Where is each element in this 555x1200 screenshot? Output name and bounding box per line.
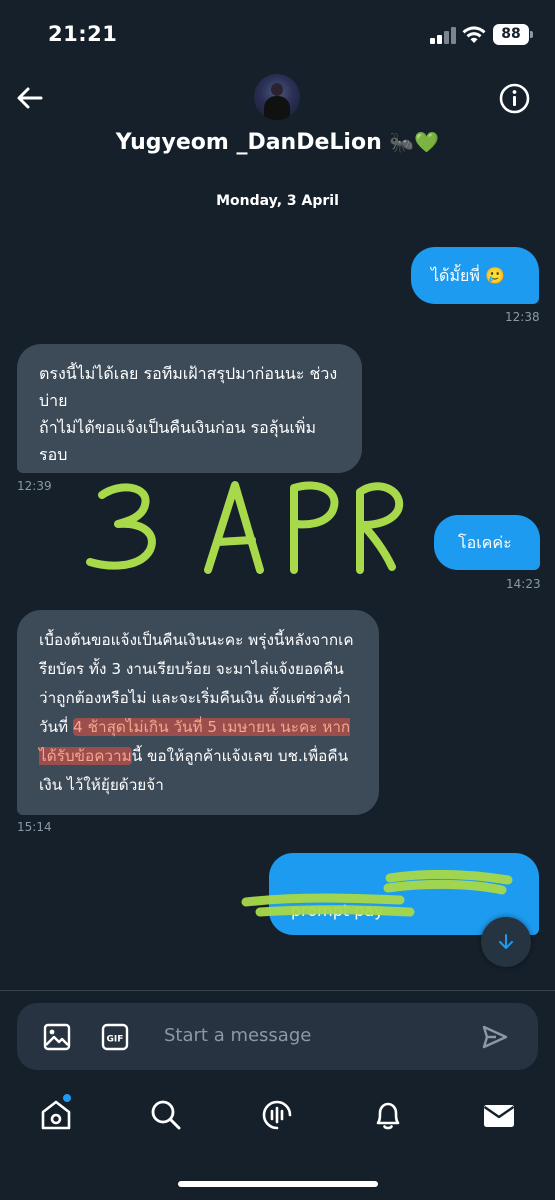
search-icon <box>151 1100 181 1130</box>
sent-message-bubble[interactable]: ได้มั้ยพี่ 🥲 <box>411 247 539 304</box>
send-icon <box>482 1025 508 1049</box>
message-timestamp: 15:14 <box>17 820 52 834</box>
svg-text:GIF: GIF <box>107 1035 124 1045</box>
info-icon <box>499 83 530 114</box>
image-icon <box>43 1023 71 1051</box>
message-input[interactable]: Start a message <box>164 1025 311 1046</box>
tab-home[interactable] <box>39 1098 73 1132</box>
tab-notifications[interactable] <box>371 1098 405 1132</box>
tab-explore[interactable] <box>149 1098 183 1132</box>
date-divider: Monday, 3 April <box>216 193 339 209</box>
back-arrow-button[interactable] <box>14 82 46 114</box>
notification-dot <box>62 1093 72 1103</box>
message-timestamp: 12:38 <box>505 310 540 324</box>
message-composer: GIF Start a message <box>17 1003 538 1070</box>
battery-tip <box>530 31 533 38</box>
home-icon <box>41 1100 71 1130</box>
spaces-microphone-icon <box>262 1100 292 1130</box>
avatar[interactable] <box>254 74 300 120</box>
conversation-info-button[interactable] <box>499 83 530 114</box>
received-message-bubble[interactable]: เบื้องต้นขอแจ้งเป็นคืนเงินนะคะ พรุ่งนี้ห… <box>17 610 379 815</box>
received-message-bubble[interactable]: ตรงนี้ไม่ได้เลย รอทีมเฝ้าสรุปมาก่อนนะ ช่… <box>17 344 362 473</box>
sent-message-bubble[interactable]: โอเคค่ะ <box>434 515 540 570</box>
bell-icon <box>376 1102 400 1130</box>
scroll-to-bottom-button[interactable] <box>481 917 531 967</box>
envelope-icon <box>483 1105 515 1127</box>
send-button[interactable] <box>482 1025 508 1053</box>
add-gif-button[interactable]: GIF <box>101 1023 129 1055</box>
cellular-signal-icon <box>430 27 456 44</box>
message-text: prompt pay <box>291 901 384 920</box>
name-emoji: 🐜💚 <box>389 130 440 154</box>
home-indicator <box>178 1181 378 1187</box>
arrow-down-icon <box>499 934 513 949</box>
message-timestamp: 12:39 <box>17 479 52 493</box>
message-timestamp: 14:23 <box>506 577 541 591</box>
tab-spaces[interactable] <box>260 1098 294 1132</box>
conversation-name[interactable]: Yugyeom _DanDeLion 🐜💚 <box>0 130 555 155</box>
wifi-icon <box>462 26 486 43</box>
battery-icon: 88 <box>493 24 529 45</box>
composer-divider <box>0 990 555 991</box>
tab-messages[interactable] <box>482 1098 516 1132</box>
back-arrow-icon <box>17 87 43 109</box>
status-bar: 21:21 88 <box>0 0 555 70</box>
clock: 21:21 <box>48 22 118 46</box>
add-photo-button[interactable] <box>43 1023 71 1055</box>
contact-name: Yugyeom _DanDeLion <box>115 130 382 155</box>
handwritten-3-apr-annotation <box>86 481 404 574</box>
gif-icon: GIF <box>101 1023 129 1051</box>
